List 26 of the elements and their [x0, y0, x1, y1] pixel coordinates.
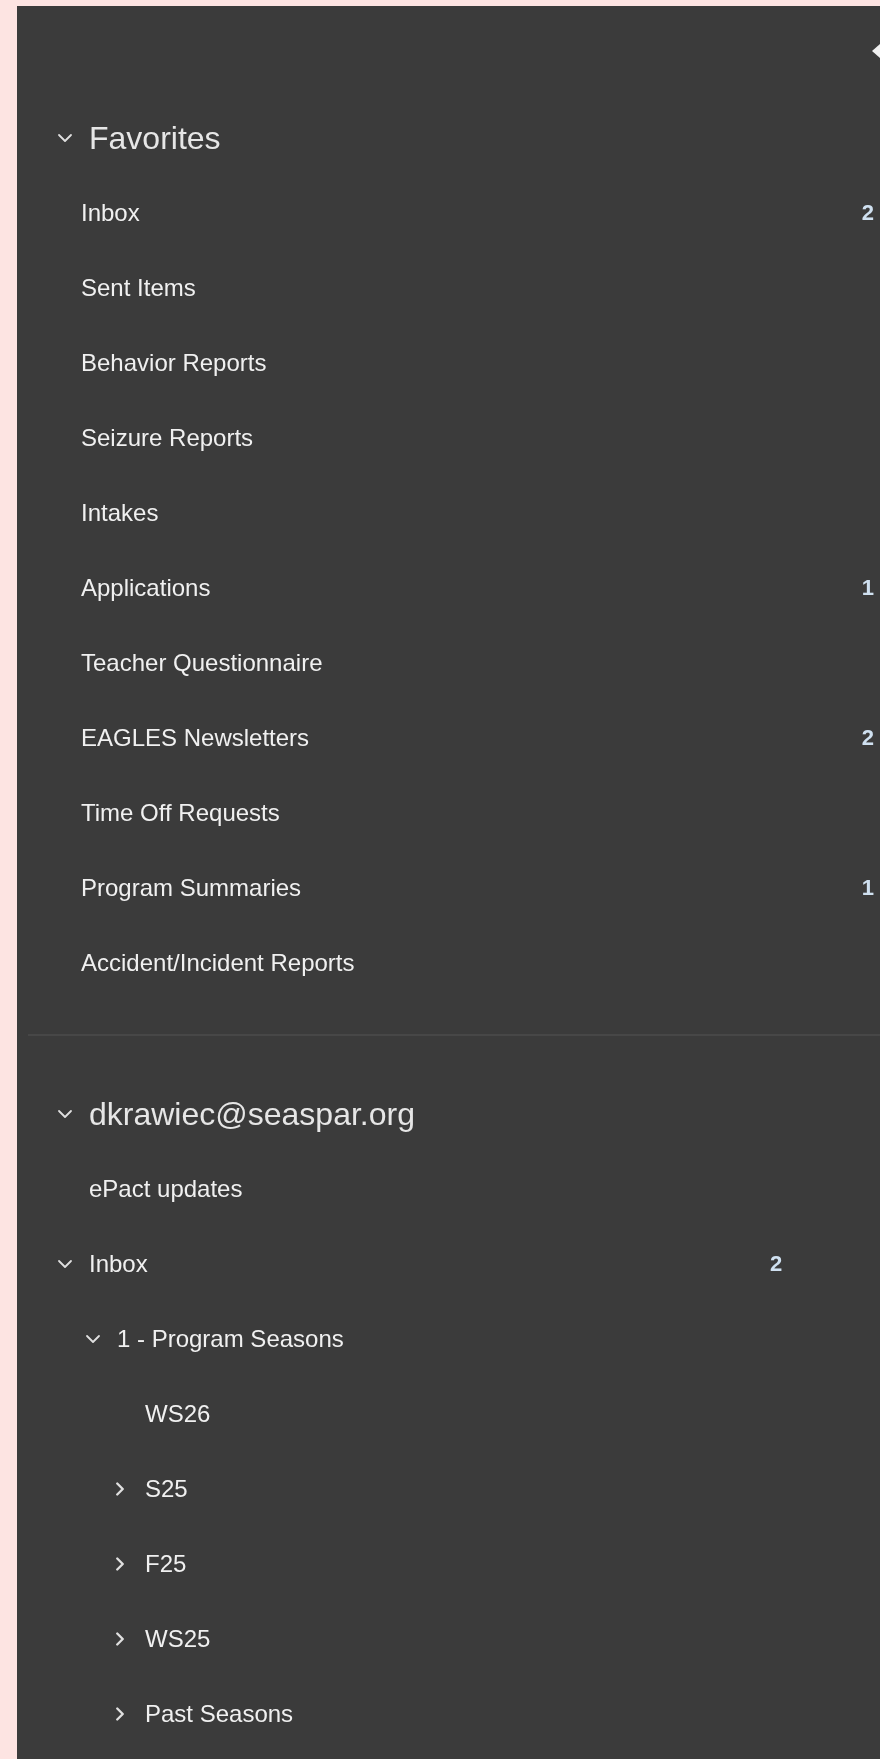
- favorite-item[interactable]: Time Off Requests: [81, 794, 280, 831]
- folder-item[interactable]: Past Seasons: [145, 1695, 294, 1732]
- folder-item[interactable]: F25: [145, 1545, 187, 1582]
- section-title[interactable]: dkrawiec@seaspar.org: [89, 1089, 415, 1138]
- favorite-item[interactable]: Accident/Incident Reports: [81, 944, 355, 981]
- favorite-item[interactable]: EAGLES Newsletters: [81, 719, 310, 756]
- favorite-item[interactable]: Inbox: [81, 194, 140, 231]
- unread-count: 2: [770, 1251, 783, 1276]
- folder-item[interactable]: WS26: [145, 1395, 211, 1432]
- favorite-item[interactable]: Program Summaries: [81, 869, 302, 906]
- folder-item[interactable]: Inbox: [89, 1245, 148, 1282]
- folder-item[interactable]: WS25: [145, 1620, 211, 1657]
- folder-item[interactable]: S25: [145, 1470, 188, 1507]
- favorite-item[interactable]: Applications: [81, 569, 211, 606]
- unread-count: 2: [861, 724, 874, 752]
- favorite-item[interactable]: Seizure Reports: [81, 419, 254, 456]
- unread-count: 1: [861, 874, 874, 902]
- favorite-item[interactable]: Sent Items: [81, 269, 196, 306]
- favorite-item[interactable]: Behavior Reports: [81, 344, 267, 381]
- section-title[interactable]: Favorites: [89, 113, 221, 162]
- folder-item[interactable]: ePact updates: [89, 1170, 243, 1207]
- favorite-item[interactable]: Intakes: [81, 494, 159, 531]
- favorite-item[interactable]: Teacher Questionnaire: [81, 644, 323, 681]
- folder-item[interactable]: 1 - Program Seasons: [117, 1320, 344, 1357]
- unread-count: 1: [861, 574, 874, 602]
- unread-count: 2: [861, 199, 874, 227]
